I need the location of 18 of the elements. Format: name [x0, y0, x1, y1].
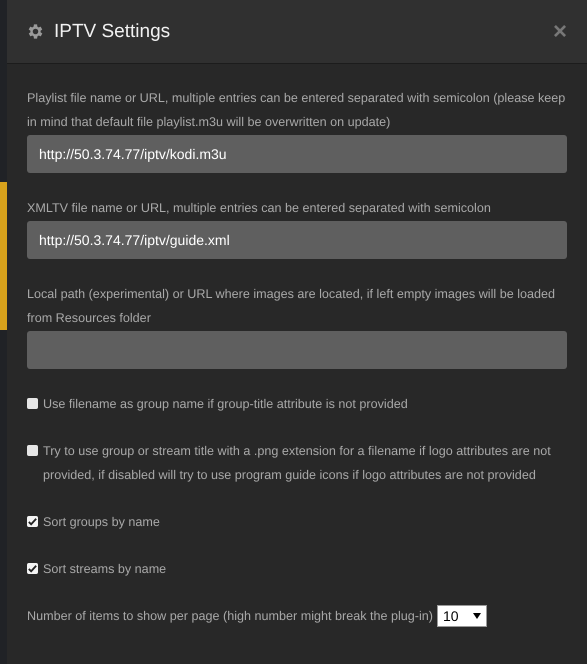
checkbox[interactable] — [27, 398, 38, 409]
dropdown[interactable]: 10 — [437, 605, 487, 627]
input-field[interactable]: http://50.3.74.77/iptv/guide.xml — [27, 221, 567, 259]
checkbox-label: Try to use group or stream title with a .png extension for a filename if logo attributes are not provided, if disabled will try to use program guide icons if logo attributes are not provided — [43, 443, 552, 484]
field-label: XMLTV file name or URL, multiple entries can be entered separated with semicolon — [27, 200, 492, 217]
field-label: Number of items to show per page (high number might break the plug-in) — [27, 608, 434, 625]
dialog-title: IPTV Settings — [54, 20, 172, 42]
field-label: Local path (experimental) or URL where images are located, if left empty images will be loaded from Resources folder — [27, 286, 556, 327]
checkbox-label: Use filename as group name if group-title attribute is not provided — [43, 396, 409, 413]
checkbox[interactable] — [27, 445, 38, 456]
checkbox[interactable] — [27, 563, 38, 574]
checkbox-label: Sort streams by name — [43, 561, 168, 578]
caret-icon — [472, 612, 481, 620]
checkbox[interactable] — [27, 516, 38, 527]
settings-icon — [26, 22, 45, 41]
field-label: Playlist file name or URL, multiple entries can be entered separated with semicolon (please keep in mind that default file playlist.m3u will be overwritten on update) — [27, 90, 566, 131]
checkbox-label: Sort groups by name — [43, 514, 161, 531]
input-field[interactable]: http://50.3.74.77/iptv/kodi.m3u — [27, 135, 567, 173]
